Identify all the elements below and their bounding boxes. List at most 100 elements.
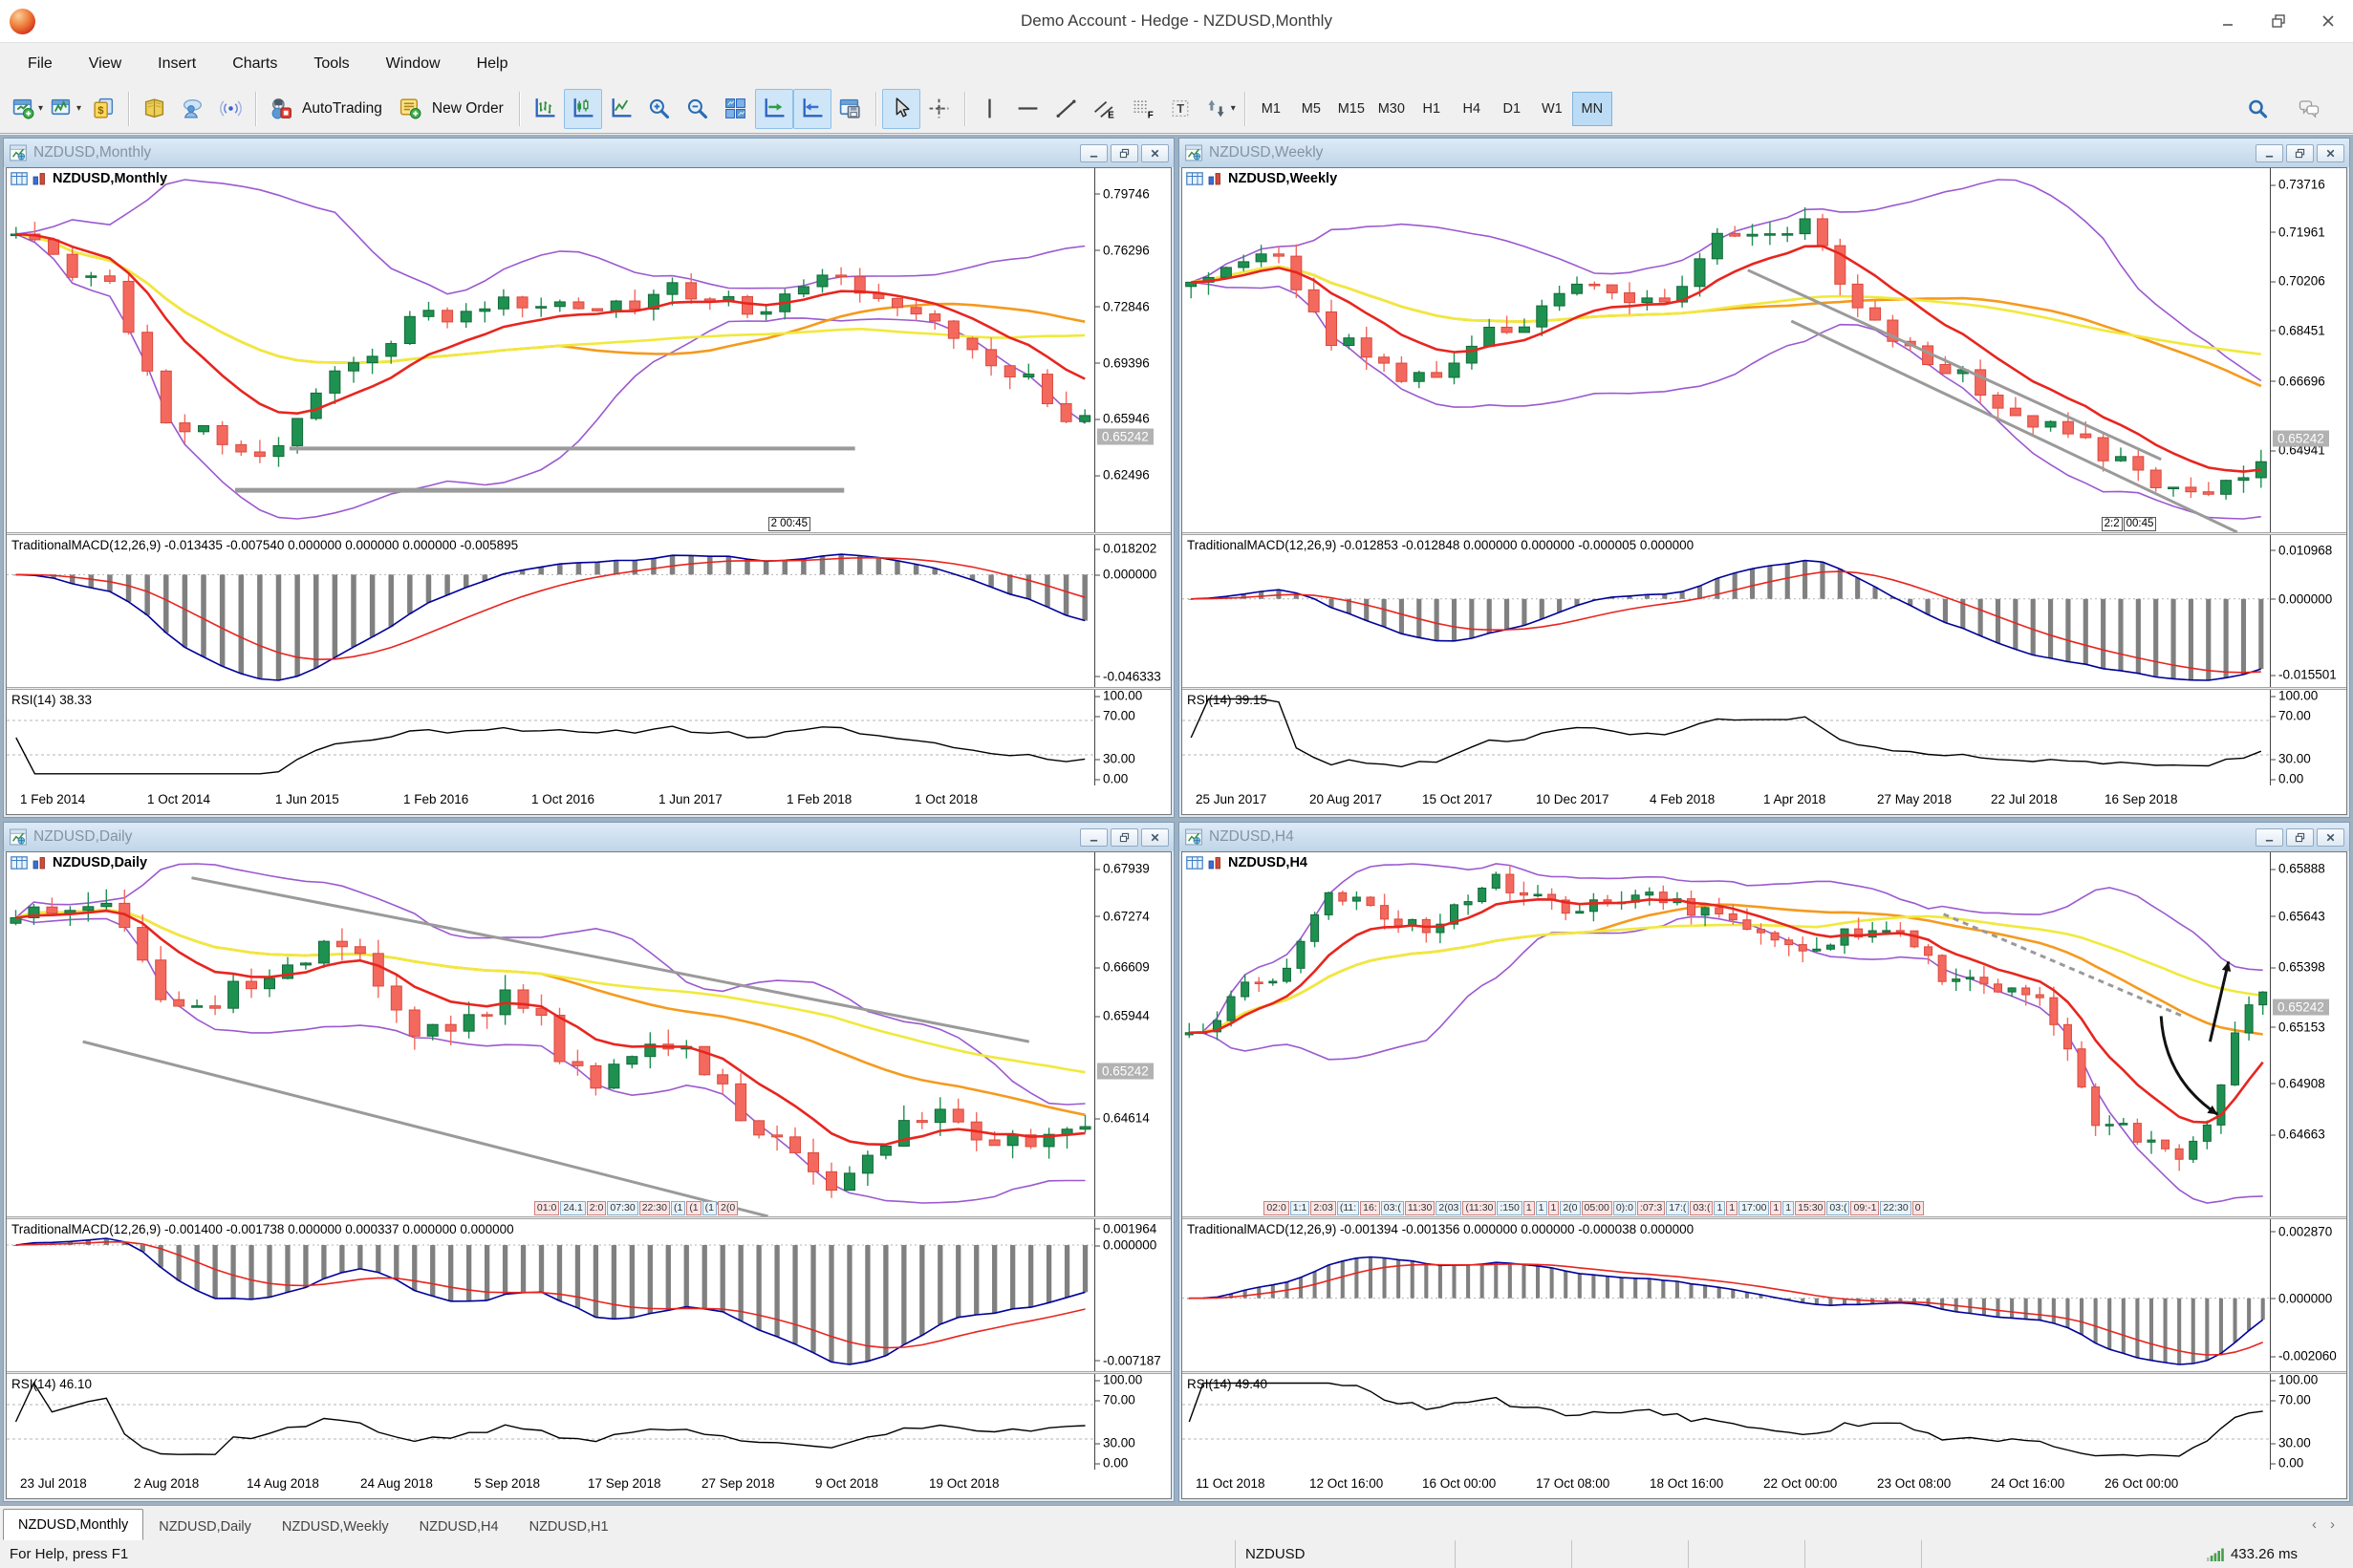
zoom-out-button[interactable] — [679, 89, 717, 129]
templates-button[interactable] — [831, 89, 870, 129]
price-scale[interactable]: 0.658880.656430.653980.651530.649080.646… — [2270, 852, 2346, 1216]
chart-minimize-button[interactable] — [1080, 144, 1108, 162]
price-scale[interactable]: 0.0182020.000000-0.046333 — [1094, 535, 1171, 687]
chart-titlebar-h4[interactable]: NZDUSD,H4 — [1179, 823, 2349, 851]
search-button[interactable] — [2238, 89, 2277, 129]
tile-windows-button[interactable] — [717, 89, 755, 129]
menu-item-tools[interactable]: Tools — [295, 43, 367, 84]
timeframe-button-d1[interactable]: D1 — [1492, 92, 1532, 126]
timeframe-button-h4[interactable]: H4 — [1452, 92, 1492, 126]
chart-body[interactable]: NZDUSD,H402:01:12:03(11:16:03:(11:302(03… — [1181, 851, 2347, 1499]
price-scale[interactable]: 100.0070.0030.000.00 — [1094, 690, 1171, 785]
price-scale[interactable]: 0.679390.672740.666090.659440.646140.652… — [1094, 852, 1171, 1216]
timeframe-button-m1[interactable]: M1 — [1251, 92, 1291, 126]
chart-close-button[interactable] — [2317, 144, 2344, 162]
chart-body[interactable]: NZDUSD,Daily01:024.12:007:3022:30(1(1(12… — [6, 851, 1172, 1499]
tab-nzdusd-weekly[interactable]: NZDUSD,Weekly — [267, 1513, 404, 1540]
window-maximize-button[interactable] — [2254, 3, 2303, 39]
market-watch-button[interactable]: $ — [84, 89, 122, 129]
price-scale[interactable]: 0.797460.762960.728460.693960.659460.624… — [1094, 168, 1171, 532]
window-close-button[interactable] — [2303, 3, 2353, 39]
price-scale[interactable]: 0.0019640.000000-0.007187 — [1094, 1219, 1171, 1371]
menu-item-view[interactable]: View — [71, 43, 140, 84]
menu-item-file[interactable]: File — [10, 43, 71, 84]
window-minimize-button[interactable] — [2204, 3, 2254, 39]
chart-plot[interactable]: RSI(14) 46.10 — [7, 1374, 1094, 1470]
new-order-button[interactable] — [392, 89, 430, 129]
timeframe-button-mn[interactable]: MN — [1572, 92, 1612, 126]
chart-close-button[interactable] — [2317, 828, 2344, 847]
crosshair-button[interactable] — [920, 89, 959, 129]
chart-plot[interactable]: RSI(14) 38.33 — [7, 690, 1094, 785]
timeframe-button-m15[interactable]: M15 — [1331, 92, 1371, 126]
chart-restore-button[interactable] — [2286, 144, 2314, 162]
menu-item-insert[interactable]: Insert — [140, 43, 214, 84]
chart-plot[interactable]: NZDUSD,Monthly2 00:45 — [7, 168, 1094, 532]
chart-minimize-button[interactable] — [2256, 144, 2283, 162]
chart-restore-button[interactable] — [1111, 144, 1138, 162]
chart-titlebar-daily[interactable]: NZDUSD,Daily — [4, 823, 1174, 851]
chart-restore-button[interactable] — [2286, 828, 2314, 847]
price-scale[interactable]: 100.0070.0030.000.00 — [2270, 690, 2346, 785]
price-scale[interactable]: 0.737160.719610.702060.684510.666960.649… — [2270, 168, 2346, 532]
chart-tabs-bar: NZDUSD,MonthlyNZDUSD,DailyNZDUSD,WeeklyN… — [0, 1505, 2353, 1540]
price-scale[interactable]: 0.0109680.000000-0.015501 — [2270, 535, 2346, 687]
chart-body[interactable]: NZDUSD,Weekly2:200:450.737160.719610.702… — [1181, 167, 2347, 815]
zoom-in-button[interactable] — [640, 89, 679, 129]
chart-titlebar-weekly[interactable]: NZDUSD,Weekly — [1179, 139, 2349, 167]
auto-scroll-button[interactable] — [755, 89, 793, 129]
tab-nzdusd-h4[interactable]: NZDUSD,H4 — [404, 1513, 514, 1540]
tab-scroll-right-icon[interactable]: › — [2330, 1516, 2335, 1533]
price-scale[interactable]: 100.0070.0030.000.00 — [2270, 1374, 2346, 1470]
timeframe-button-h1[interactable]: H1 — [1412, 92, 1452, 126]
chart-plot[interactable]: TraditionalMACD(12,26,9) -0.001400 -0.00… — [7, 1219, 1094, 1371]
chart-titlebar-monthly[interactable]: NZDUSD,Monthly — [4, 139, 1174, 167]
chart-restore-button[interactable] — [1111, 828, 1138, 847]
chart-plot[interactable]: NZDUSD,Daily01:024.12:007:3022:30(1(1(12… — [7, 852, 1094, 1216]
chart-plot[interactable]: TraditionalMACD(12,26,9) -0.013435 -0.00… — [7, 535, 1094, 687]
timeframe-button-m5[interactable]: M5 — [1291, 92, 1331, 126]
chart-plot[interactable]: TraditionalMACD(12,26,9) -0.001394 -0.00… — [1182, 1219, 2270, 1371]
community-button[interactable] — [173, 89, 211, 129]
price-scale[interactable]: 0.0028700.000000-0.002060 — [2270, 1219, 2346, 1371]
chart-minimize-button[interactable] — [1080, 828, 1108, 847]
timeframe-button-m30[interactable]: M30 — [1371, 92, 1412, 126]
candle-chart-button[interactable] — [564, 89, 602, 129]
chat-icon — [2297, 97, 2321, 120]
timeframe-button-w1[interactable]: W1 — [1532, 92, 1572, 126]
chart-close-button[interactable] — [1141, 144, 1169, 162]
trendline-button[interactable] — [1047, 89, 1086, 129]
tab-nzdusd-monthly[interactable]: NZDUSD,Monthly — [3, 1509, 143, 1540]
menu-item-charts[interactable]: Charts — [214, 43, 295, 84]
chart-shift-button[interactable] — [793, 89, 831, 129]
tab-nzdusd-daily[interactable]: NZDUSD,Daily — [143, 1513, 267, 1540]
chat-button[interactable] — [2290, 89, 2328, 129]
signals-button[interactable] — [211, 89, 249, 129]
arrows-button[interactable]: ▾ — [1200, 89, 1239, 129]
bar-chart-button[interactable] — [526, 89, 564, 129]
new-chart-button[interactable]: ▾ — [8, 89, 46, 129]
profiles-button[interactable]: ▾ — [46, 89, 84, 129]
fibonacci-button[interactable]: F — [1124, 89, 1162, 129]
tab-scroll-left-icon[interactable]: ‹ — [2312, 1516, 2317, 1533]
text-button[interactable]: T — [1162, 89, 1200, 129]
chart-plot[interactable]: NZDUSD,H402:01:12:03(11:16:03:(11:302(03… — [1182, 852, 2270, 1216]
equidistant-channel-button[interactable]: E — [1086, 89, 1124, 129]
menu-item-help[interactable]: Help — [459, 43, 527, 84]
chart-body[interactable]: NZDUSD,Monthly2 00:450.797460.762960.728… — [6, 167, 1172, 815]
chart-plot[interactable]: TraditionalMACD(12,26,9) -0.012853 -0.01… — [1182, 535, 2270, 687]
horizontal-line-button[interactable] — [1009, 89, 1047, 129]
chart-minimize-button[interactable] — [2256, 828, 2283, 847]
chart-close-button[interactable] — [1141, 828, 1169, 847]
menu-item-window[interactable]: Window — [368, 43, 459, 84]
autotrading-button[interactable] — [262, 89, 300, 129]
tab-nzdusd-h1[interactable]: NZDUSD,H1 — [514, 1513, 624, 1540]
chart-plot[interactable]: NZDUSD,Weekly2:200:45 — [1182, 168, 2270, 532]
chart-plot[interactable]: RSI(14) 39.15 — [1182, 690, 2270, 785]
history-center-button[interactable] — [135, 89, 173, 129]
price-scale[interactable]: 100.0070.0030.000.00 — [1094, 1374, 1171, 1470]
line-chart-button[interactable] — [602, 89, 640, 129]
vertical-line-button[interactable] — [971, 89, 1009, 129]
chart-plot[interactable]: RSI(14) 49.40 — [1182, 1374, 2270, 1470]
cursor-button[interactable] — [882, 89, 920, 129]
